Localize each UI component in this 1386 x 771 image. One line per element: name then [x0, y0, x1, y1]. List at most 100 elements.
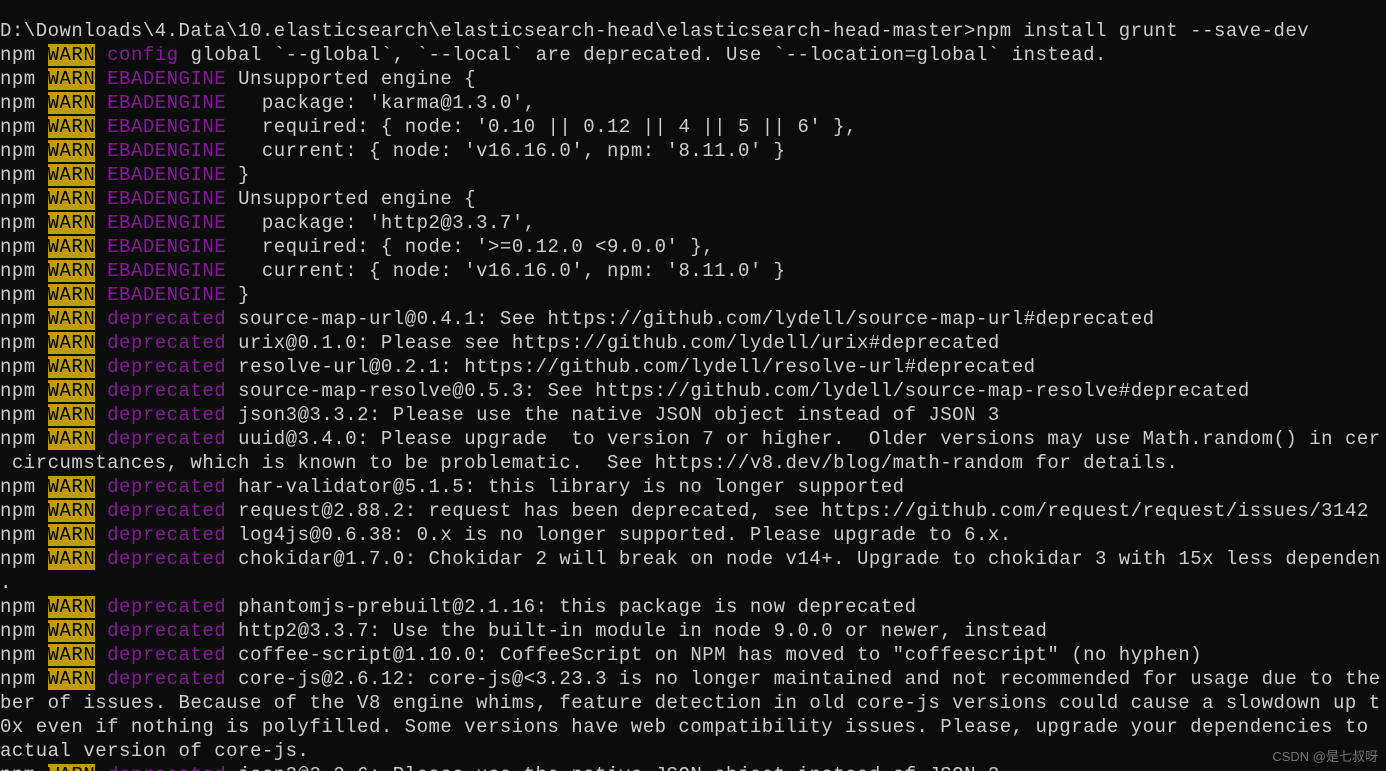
- warn-message: current: { node: 'v16.16.0', npm: '8.11.…: [226, 140, 785, 162]
- npm-prefix: npm: [0, 596, 36, 618]
- warn-message: json3@3.2.6: Please use the native JSON …: [226, 764, 1000, 771]
- warn-message: Unsupported engine {: [226, 188, 476, 210]
- warn-tag: WARN: [48, 308, 96, 330]
- npm-prefix: npm: [0, 668, 36, 690]
- npm-prefix: npm: [0, 260, 36, 282]
- warn-tag: WARN: [48, 764, 96, 771]
- warn-message: current: { node: 'v16.16.0', npm: '8.11.…: [226, 260, 785, 282]
- warn-message: }: [226, 284, 250, 306]
- warn-code: deprecated: [107, 644, 226, 666]
- warn-tag: WARN: [48, 548, 96, 570]
- warn-message: chokidar@1.7.0: Chokidar 2 will break on…: [226, 548, 1380, 570]
- npm-prefix: npm: [0, 116, 36, 138]
- warn-message: urix@0.1.0: Please see https://github.co…: [226, 332, 1000, 354]
- warn-tag: WARN: [48, 524, 96, 546]
- warn-tag: WARN: [48, 476, 96, 498]
- npm-prefix: npm: [0, 212, 36, 234]
- npm-prefix: npm: [0, 164, 36, 186]
- warn-code: deprecated: [107, 332, 226, 354]
- npm-prefix: npm: [0, 308, 36, 330]
- warn-tag: WARN: [48, 380, 96, 402]
- warn-message: Unsupported engine {: [226, 68, 476, 90]
- npm-prefix: npm: [0, 548, 36, 570]
- npm-prefix: npm: [0, 524, 36, 546]
- warn-code: deprecated: [107, 668, 226, 690]
- warn-tag: WARN: [48, 92, 96, 114]
- npm-prefix: npm: [0, 68, 36, 90]
- warn-message: global `--global`, `--local` are depreca…: [179, 44, 1107, 66]
- warn-tag: WARN: [48, 188, 96, 210]
- npm-prefix: npm: [0, 476, 36, 498]
- npm-prefix: npm: [0, 380, 36, 402]
- warn-code: deprecated: [107, 524, 226, 546]
- typed-command: npm install grunt --save-dev: [976, 20, 1309, 42]
- npm-prefix: npm: [0, 284, 36, 306]
- warn-message: required: { node: '0.10 || 0.12 || 4 || …: [226, 116, 857, 138]
- warn-code: deprecated: [107, 428, 226, 450]
- warn-tag: WARN: [48, 620, 96, 642]
- warn-message: coffee-script@1.10.0: CoffeeScript on NP…: [226, 644, 1202, 666]
- warn-code: EBADENGINE: [107, 188, 226, 210]
- warn-tag: WARN: [48, 404, 96, 426]
- warn-tag: WARN: [48, 68, 96, 90]
- warn-tag: WARN: [48, 332, 96, 354]
- warn-tag: WARN: [48, 260, 96, 282]
- warn-code: EBADENGINE: [107, 260, 226, 282]
- npm-prefix: npm: [0, 140, 36, 162]
- warn-message: package: 'http2@3.3.7',: [226, 212, 535, 234]
- warn-message: log4js@0.6.38: 0.x is no longer supporte…: [226, 524, 1012, 546]
- warn-code: EBADENGINE: [107, 116, 226, 138]
- warn-message-cont: ber of issues. Because of the V8 engine …: [0, 692, 1381, 714]
- warn-tag: WARN: [48, 356, 96, 378]
- npm-prefix: npm: [0, 620, 36, 642]
- watermark-text: CSDN @是七叔呀: [1272, 746, 1378, 765]
- warn-message: core-js@2.6.12: core-js@<3.23.3 is no lo…: [226, 668, 1380, 690]
- warn-message: http2@3.3.7: Use the built-in module in …: [226, 620, 1047, 642]
- npm-prefix: npm: [0, 428, 36, 450]
- warn-message-cont: actual version of core-js.: [0, 740, 309, 762]
- warn-tag: WARN: [48, 116, 96, 138]
- warn-code: EBADENGINE: [107, 284, 226, 306]
- warn-message: package: 'karma@1.3.0',: [226, 92, 535, 114]
- npm-prefix: npm: [0, 356, 36, 378]
- warn-tag: WARN: [48, 596, 96, 618]
- warn-code: config: [107, 44, 178, 66]
- npm-prefix: npm: [0, 44, 36, 66]
- npm-prefix: npm: [0, 404, 36, 426]
- npm-prefix: npm: [0, 188, 36, 210]
- warn-message: source-map-url@0.4.1: See https://github…: [226, 308, 1154, 330]
- warn-code: deprecated: [107, 548, 226, 570]
- warn-tag: WARN: [48, 668, 96, 690]
- warn-code: deprecated: [107, 308, 226, 330]
- prompt-path: D:\Downloads\4.Data\10.elasticsearch\ela…: [0, 20, 976, 42]
- warn-code: EBADENGINE: [107, 68, 226, 90]
- warn-code: deprecated: [107, 476, 226, 498]
- warn-message: }: [226, 164, 250, 186]
- warn-code: EBADENGINE: [107, 212, 226, 234]
- warn-tag: WARN: [48, 44, 96, 66]
- warn-message: uuid@3.4.0: Please upgrade to version 7 …: [226, 428, 1380, 450]
- warn-code: EBADENGINE: [107, 236, 226, 258]
- warn-code: deprecated: [107, 764, 226, 771]
- npm-prefix: npm: [0, 500, 36, 522]
- warn-message: json3@3.3.2: Please use the native JSON …: [226, 404, 1000, 426]
- warn-message: resolve-url@0.2.1: https://github.com/ly…: [226, 356, 1035, 378]
- warn-code: deprecated: [107, 356, 226, 378]
- warn-tag: WARN: [48, 140, 96, 162]
- warn-message: request@2.88.2: request has been depreca…: [226, 500, 1369, 522]
- warn-tag: WARN: [48, 284, 96, 306]
- warn-code: deprecated: [107, 596, 226, 618]
- warn-code: deprecated: [107, 620, 226, 642]
- warn-code: deprecated: [107, 500, 226, 522]
- npm-prefix: npm: [0, 92, 36, 114]
- warn-message: phantomjs-prebuilt@2.1.16: this package …: [226, 596, 916, 618]
- warn-tag: WARN: [48, 644, 96, 666]
- warn-code: EBADENGINE: [107, 92, 226, 114]
- warn-code: EBADENGINE: [107, 164, 226, 186]
- terminal-output[interactable]: D:\Downloads\4.Data\10.elasticsearch\ela…: [0, 19, 1386, 771]
- warn-message-cont: .: [0, 572, 12, 594]
- warn-message: har-validator@5.1.5: this library is no …: [226, 476, 904, 498]
- warn-message: source-map-resolve@0.5.3: See https://gi…: [226, 380, 1250, 402]
- npm-prefix: npm: [0, 764, 36, 771]
- warn-tag: WARN: [48, 500, 96, 522]
